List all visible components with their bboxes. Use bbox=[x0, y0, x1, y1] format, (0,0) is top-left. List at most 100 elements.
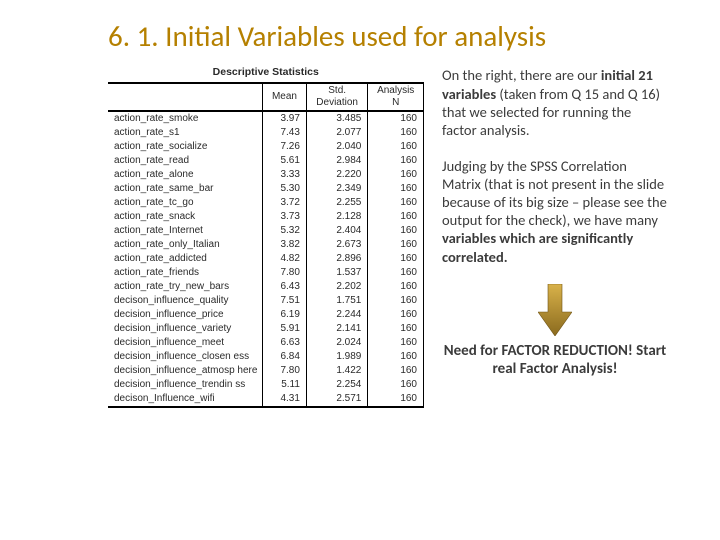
cell-sd: 2.040 bbox=[306, 140, 367, 154]
cell-mean: 6.19 bbox=[263, 308, 307, 322]
table-row: decision_influence_price6.192.244160 bbox=[108, 308, 424, 322]
cell-sd: 2.254 bbox=[306, 378, 367, 392]
cell-mean: 4.31 bbox=[263, 392, 307, 407]
conclusion-text: Need for FACTOR REDUCTION! Start real Fa… bbox=[442, 342, 668, 380]
cell-name: decision_influence_trendin ss bbox=[108, 378, 263, 392]
col-n: Analysis N bbox=[368, 83, 424, 111]
cell-name: action_rate_socialize bbox=[108, 140, 263, 154]
cell-sd: 2.404 bbox=[306, 224, 367, 238]
cell-name: action_rate_Internet bbox=[108, 224, 263, 238]
content-row: Descriptive Statistics Mean Std. Deviati… bbox=[108, 66, 668, 408]
cell-mean: 6.84 bbox=[263, 350, 307, 364]
cell-mean: 7.43 bbox=[263, 126, 307, 140]
cell-mean: 7.51 bbox=[263, 294, 307, 308]
cell-mean: 5.30 bbox=[263, 182, 307, 196]
table-row: decision_influence_trendin ss5.112.25416… bbox=[108, 378, 424, 392]
cell-sd: 3.485 bbox=[306, 111, 367, 126]
table-row: decision_influence_closen ess6.841.98916… bbox=[108, 350, 424, 364]
descriptive-statistics-table: Descriptive Statistics Mean Std. Deviati… bbox=[108, 66, 424, 408]
cell-sd: 2.571 bbox=[306, 392, 367, 407]
cell-name: decision_influence_closen ess bbox=[108, 350, 263, 364]
cell-name: action_rate_read bbox=[108, 154, 263, 168]
table-row: action_rate_try_new_bars6.432.202160 bbox=[108, 280, 424, 294]
table-row: action_rate_smoke3.973.485160 bbox=[108, 111, 424, 126]
table-header-row: Mean Std. Deviation Analysis N bbox=[108, 83, 424, 111]
p1-text-a: On the right, there are our bbox=[442, 66, 601, 84]
table-row: action_rate_same_bar5.302.349160 bbox=[108, 182, 424, 196]
cell-mean: 3.72 bbox=[263, 196, 307, 210]
table-row: action_rate_snack3.732.128160 bbox=[108, 210, 424, 224]
cell-name: decision_influence_meet bbox=[108, 336, 263, 350]
table-row: action_rate_only_Italian3.822.673160 bbox=[108, 238, 424, 252]
table-row: decision_influence_atmosp here7.801.4221… bbox=[108, 364, 424, 378]
cell-mean: 3.82 bbox=[263, 238, 307, 252]
cell-name: action_rate_addicted bbox=[108, 252, 263, 266]
col-sd: Std. Deviation bbox=[306, 83, 367, 111]
cell-n: 160 bbox=[368, 224, 424, 238]
p2-text-a: Judging by the SPSS Correlation Matrix (… bbox=[442, 157, 667, 229]
cell-mean: 6.43 bbox=[263, 280, 307, 294]
cell-name: decison_influence_quality bbox=[108, 294, 263, 308]
cell-n: 160 bbox=[368, 322, 424, 336]
cell-sd: 1.989 bbox=[306, 350, 367, 364]
cell-n: 160 bbox=[368, 126, 424, 140]
side-text: On the right, there are our initial 21 v… bbox=[442, 66, 668, 408]
table-row: action_rate_Internet5.322.404160 bbox=[108, 224, 424, 238]
cell-name: action_rate_alone bbox=[108, 168, 263, 182]
table-row: decision_influence_variety5.912.141160 bbox=[108, 322, 424, 336]
cell-n: 160 bbox=[368, 350, 424, 364]
cell-sd: 2.984 bbox=[306, 154, 367, 168]
cell-sd: 2.128 bbox=[306, 210, 367, 224]
stats-table-container: Descriptive Statistics Mean Std. Deviati… bbox=[108, 66, 424, 408]
table-row: action_rate_addicted4.822.896160 bbox=[108, 252, 424, 266]
cell-n: 160 bbox=[368, 266, 424, 280]
cell-sd: 2.220 bbox=[306, 168, 367, 182]
cell-mean: 7.26 bbox=[263, 140, 307, 154]
cell-name: action_rate_friends bbox=[108, 266, 263, 280]
cell-n: 160 bbox=[368, 392, 424, 407]
cell-name: action_rate_tc_go bbox=[108, 196, 263, 210]
table-row: decision_influence_meet6.632.024160 bbox=[108, 336, 424, 350]
cell-name: decision_influence_variety bbox=[108, 322, 263, 336]
cell-sd: 2.141 bbox=[306, 322, 367, 336]
cell-name: action_rate_s1 bbox=[108, 126, 263, 140]
cell-name: action_rate_try_new_bars bbox=[108, 280, 263, 294]
cell-n: 160 bbox=[368, 111, 424, 126]
cell-n: 160 bbox=[368, 140, 424, 154]
cell-name: action_rate_snack bbox=[108, 210, 263, 224]
slide: 6. 1. Initial Variables used for analysi… bbox=[0, 0, 720, 540]
cell-sd: 2.349 bbox=[306, 182, 367, 196]
down-arrow-icon bbox=[538, 284, 572, 336]
cell-n: 160 bbox=[368, 182, 424, 196]
cell-n: 160 bbox=[368, 294, 424, 308]
cell-sd: 1.422 bbox=[306, 364, 367, 378]
cell-mean: 5.91 bbox=[263, 322, 307, 336]
cell-mean: 7.80 bbox=[263, 266, 307, 280]
cell-n: 160 bbox=[368, 210, 424, 224]
cell-n: 160 bbox=[368, 168, 424, 182]
cell-n: 160 bbox=[368, 154, 424, 168]
cell-mean: 5.32 bbox=[263, 224, 307, 238]
cell-mean: 4.82 bbox=[263, 252, 307, 266]
cell-sd: 2.024 bbox=[306, 336, 367, 350]
cell-mean: 7.80 bbox=[263, 364, 307, 378]
paragraph-2: Judging by the SPSS Correlation Matrix (… bbox=[442, 157, 668, 266]
table-row: action_rate_tc_go3.722.255160 bbox=[108, 196, 424, 210]
cell-n: 160 bbox=[368, 308, 424, 322]
p2-bold: variables which are significantly correl… bbox=[442, 229, 633, 265]
cell-n: 160 bbox=[368, 336, 424, 350]
cell-n: 160 bbox=[368, 364, 424, 378]
cell-name: decision_influence_price bbox=[108, 308, 263, 322]
cell-mean: 3.33 bbox=[263, 168, 307, 182]
cell-mean: 5.61 bbox=[263, 154, 307, 168]
table-row: action_rate_s17.432.077160 bbox=[108, 126, 424, 140]
cell-sd: 2.673 bbox=[306, 238, 367, 252]
page-title: 6. 1. Initial Variables used for analysi… bbox=[108, 20, 668, 52]
cell-mean: 5.11 bbox=[263, 378, 307, 392]
paragraph-1: On the right, there are our initial 21 v… bbox=[442, 66, 668, 139]
cell-n: 160 bbox=[368, 196, 424, 210]
cell-name: decision_influence_atmosp here bbox=[108, 364, 263, 378]
cell-mean: 3.73 bbox=[263, 210, 307, 224]
cell-n: 160 bbox=[368, 378, 424, 392]
cell-n: 160 bbox=[368, 238, 424, 252]
